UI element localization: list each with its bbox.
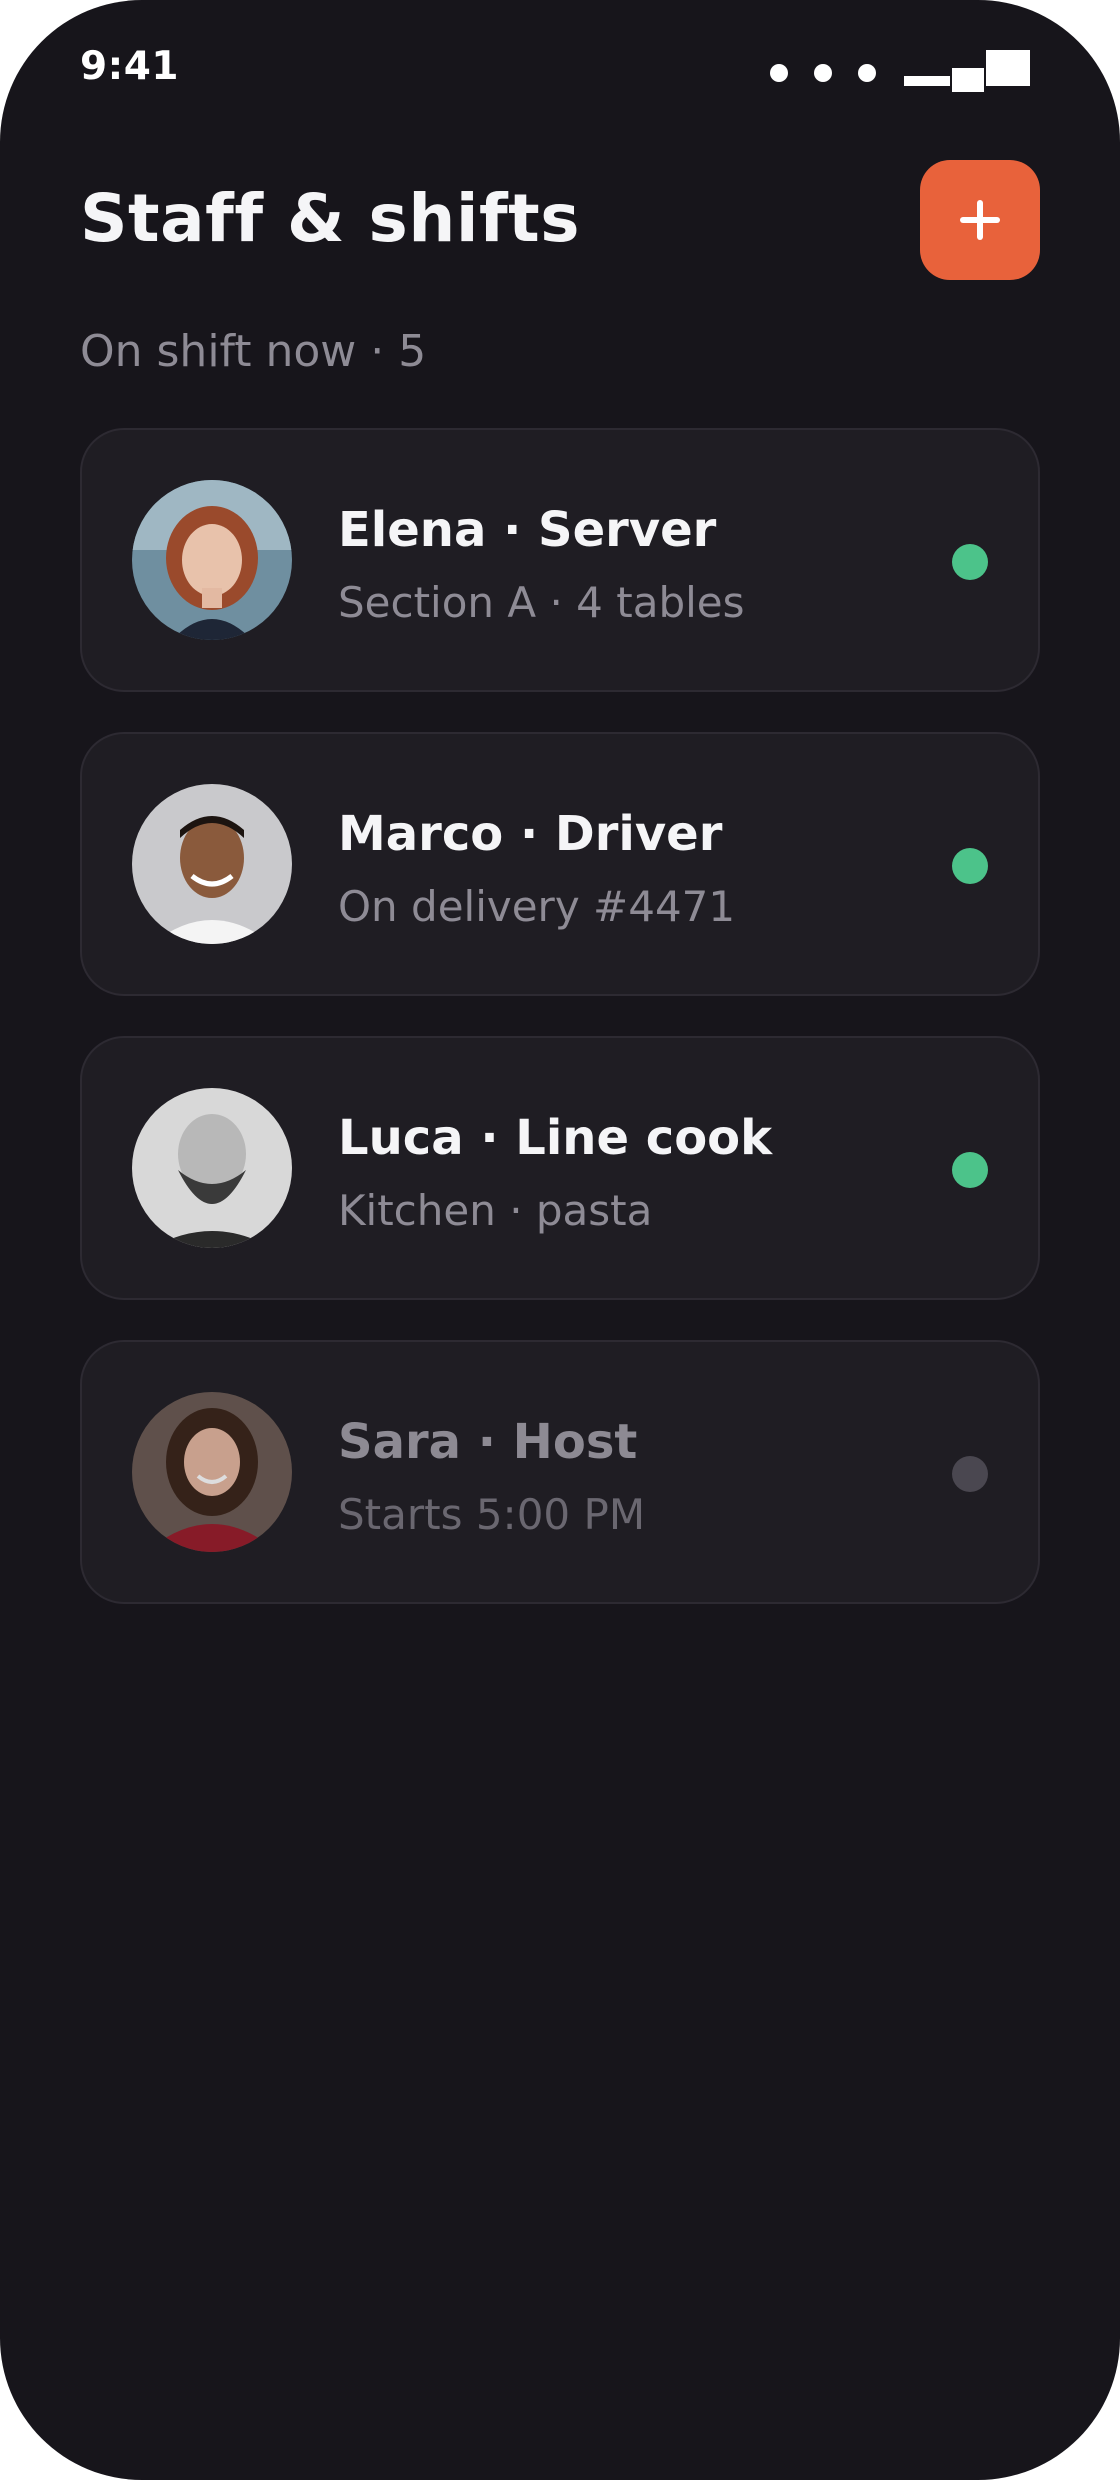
staff-name: Luca · Line cook	[338, 1110, 773, 1166]
plus-icon	[960, 200, 1000, 240]
avatar	[132, 480, 292, 640]
avatar-image	[132, 1392, 292, 1552]
staff-detail: Section A · 4 tables	[338, 578, 745, 627]
staff-name: Elena · Server	[338, 502, 717, 558]
on-shift-count: On shift now · 5	[80, 326, 427, 377]
staff-card-sara[interactable]: Sara · Host Starts 5:00 PM	[80, 1340, 1040, 1604]
signal-bar-icon	[952, 68, 984, 92]
avatar	[132, 1088, 292, 1248]
avatar-image	[132, 1088, 292, 1248]
status-dot-icon	[770, 64, 788, 82]
online-status-dot	[952, 544, 988, 580]
status-time: 9:41	[80, 44, 180, 89]
staff-list: Elena · Server Section A · 4 tables Marc…	[80, 428, 1040, 1644]
staff-detail: Kitchen · pasta	[338, 1186, 653, 1235]
phone-screen: 9:41 Staff & shifts On shift now · 5 Ele…	[0, 0, 1120, 2480]
staff-detail: Starts 5:00 PM	[338, 1490, 646, 1539]
status-dot-icon	[814, 64, 832, 82]
offline-status-dot	[952, 1456, 988, 1492]
status-dot-icon	[858, 64, 876, 82]
online-status-dot	[952, 1152, 988, 1188]
staff-card-luca[interactable]: Luca · Line cook Kitchen · pasta	[80, 1036, 1040, 1300]
staff-name: Sara · Host	[338, 1414, 638, 1470]
online-status-dot	[952, 848, 988, 884]
battery-icon	[986, 50, 1030, 86]
status-bar: 9:41	[80, 40, 1030, 100]
staff-card-marco[interactable]: Marco · Driver On delivery #4471	[80, 732, 1040, 996]
add-staff-button[interactable]	[920, 160, 1040, 280]
staff-card-elena[interactable]: Elena · Server Section A · 4 tables	[80, 428, 1040, 692]
page-title: Staff & shifts	[80, 180, 581, 257]
status-icons	[770, 50, 1030, 94]
signal-bar-icon	[904, 76, 950, 86]
staff-detail: On delivery #4471	[338, 882, 736, 931]
avatar	[132, 1392, 292, 1552]
avatar-image	[132, 784, 292, 944]
avatar-image	[132, 480, 292, 640]
staff-name: Marco · Driver	[338, 806, 723, 862]
avatar	[132, 784, 292, 944]
